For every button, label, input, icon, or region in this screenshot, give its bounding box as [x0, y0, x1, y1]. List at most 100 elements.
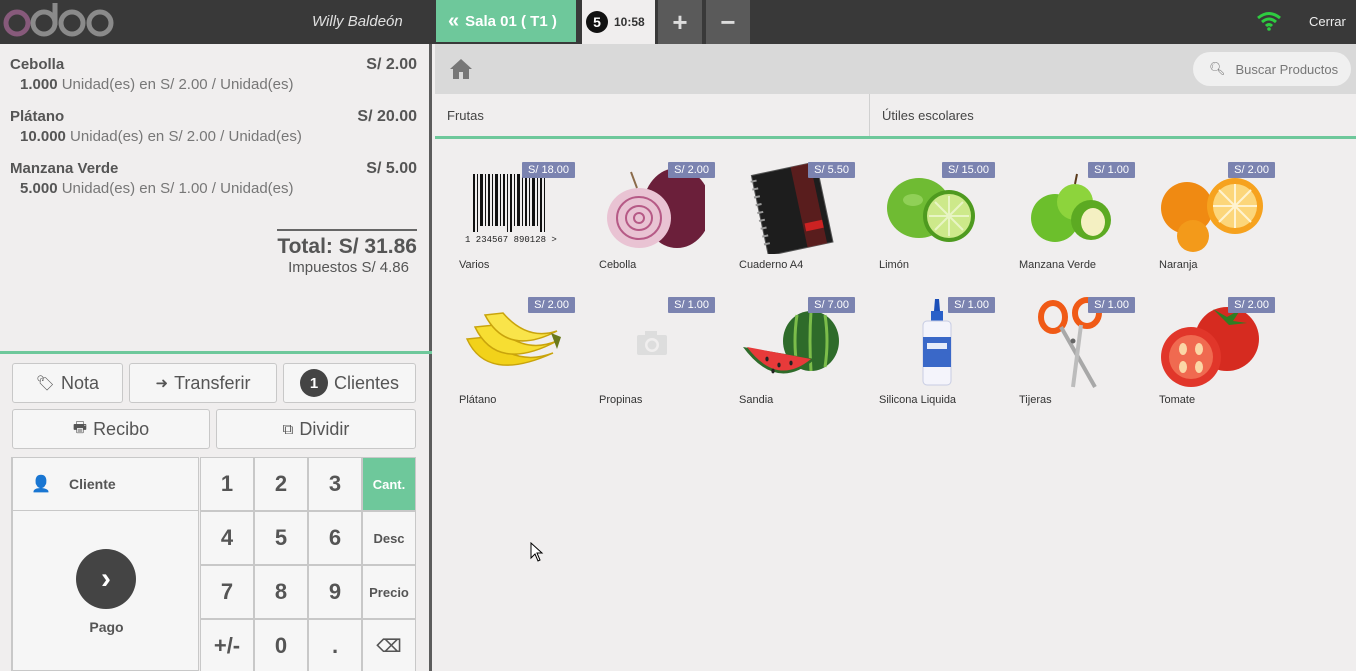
left-pane: Cebolla S/ 2.00 1.000 Unidad(es) en S/ 2… [0, 44, 432, 671]
tag-icon: 🏷 [35, 375, 55, 392]
user-icon: 👤 [31, 476, 51, 493]
numpad-key[interactable]: 2 [254, 457, 308, 511]
product-card[interactable]: S/ 1.00 Manzana Verde [1007, 162, 1135, 280]
numpad-key[interactable]: 8 [254, 565, 308, 619]
mode-quantity-button[interactable]: Cant. [362, 457, 416, 511]
line-qty: 5.000 [20, 180, 58, 197]
backspace-icon[interactable]: ⌫ [362, 619, 416, 671]
guests-label: Clientes [333, 372, 400, 393]
category-utiles-escolares[interactable]: Útiles escolares [870, 94, 1356, 136]
plus-icon: + [672, 6, 688, 37]
search-placeholder: Buscar Productos [1235, 61, 1339, 77]
breadcrumb: 🔍︎ Buscar Productos [435, 44, 1356, 94]
order-line[interactable]: Plátano S/ 20.00 10.000 Unidad(es) en S/… [10, 108, 417, 145]
transfer-label: Transferir [174, 372, 251, 393]
close-button[interactable]: Cerrar [1309, 14, 1346, 29]
product-price: S/ 15.00 [942, 162, 995, 178]
mode-price-button[interactable]: Precio [362, 565, 416, 619]
product-price: S/ 2.00 [1228, 162, 1275, 178]
numpad-key[interactable]: 5 [254, 511, 308, 565]
numpad-key[interactable]: 6 [308, 511, 362, 565]
cashier-name[interactable]: Willy Baldeón [312, 13, 403, 30]
top-bar: Willy Baldeón « Sala 01 ( T1 ) 5 10:58 +… [0, 0, 1356, 44]
order-tab[interactable]: 5 10:58 [582, 0, 655, 44]
category-frutas[interactable]: Frutas [435, 94, 869, 136]
product-card[interactable]: S/ 5.50 Cuaderno A4 [727, 162, 855, 280]
mouse-cursor-icon [530, 542, 544, 562]
numpad-key[interactable]: 3 [308, 457, 362, 511]
product-price: S/ 1.00 [1088, 297, 1135, 313]
chevron-right-icon: › [76, 549, 136, 609]
line-product-name: Cebolla [10, 56, 65, 73]
action-pad: 👤 Cliente › Pago 1 2 3 Cant. 4 5 6 Desc … [11, 457, 416, 671]
add-order-button[interactable]: + [658, 0, 702, 44]
minus-icon: − [720, 6, 736, 37]
home-icon[interactable] [449, 58, 473, 80]
numpad-decimal-key[interactable]: . [308, 619, 362, 671]
product-price: S/ 2.00 [1228, 297, 1275, 313]
product-name: Sandia [739, 394, 774, 406]
product-name: Tomate [1159, 394, 1196, 406]
split-button[interactable]: ⧉ Dividir [216, 409, 416, 449]
numpad-key[interactable]: 7 [200, 565, 254, 619]
product-price: S/ 2.00 [668, 162, 715, 178]
product-name: Propinas [599, 394, 643, 406]
product-card[interactable]: S/ 2.00 Cebolla [587, 162, 715, 280]
floor-table-tab[interactable]: « Sala 01 ( T1 ) [436, 0, 576, 42]
order-badge: 5 [586, 11, 608, 33]
product-card[interactable]: S/ 2.00 Naranja [1147, 162, 1275, 280]
guests-button[interactable]: 1 Clientes [283, 363, 416, 403]
line-unit-detail: Unidad(es) en S/ 1.00 / Unidad(es) [57, 180, 294, 197]
receipt-button[interactable]: 🖶 Recibo [12, 409, 210, 449]
product-card[interactable]: S/ 2.00 Tomate [1147, 297, 1275, 415]
line-qty: 1.000 [20, 76, 58, 93]
guests-count: 1 [299, 369, 328, 397]
copy-icon: ⧉ [282, 420, 294, 438]
product-name: Limón [879, 259, 909, 271]
line-price: S/ 5.00 [366, 160, 417, 177]
product-card[interactable]: S/ 1.00 Silicona Liquida [867, 297, 995, 415]
line-detail: 1.000 Unidad(es) en S/ 2.00 / Unidad(es) [20, 76, 417, 93]
numpad-key[interactable]: 4 [200, 511, 254, 565]
mode-discount-button[interactable]: Desc [362, 511, 416, 565]
product-name: Plátano [459, 394, 497, 406]
numpad-key[interactable]: 1 [200, 457, 254, 511]
product-price: S/ 5.50 [808, 162, 855, 178]
category-bar: Frutas Útiles escolares [435, 94, 1356, 139]
line-price: S/ 20.00 [357, 108, 417, 125]
barcode-digits: 1 234567 890128 > [465, 235, 557, 245]
numpad-sign-key[interactable]: +/- [200, 619, 254, 671]
section-divider [0, 351, 432, 354]
product-card[interactable]: S/ 1.00 Tijeras [1007, 297, 1135, 415]
line-price: S/ 2.00 [366, 56, 417, 73]
line-detail: 5.000 Unidad(es) en S/ 1.00 / Unidad(es) [20, 180, 417, 197]
product-screen: 🔍︎ Buscar Productos Frutas Útiles escola… [435, 44, 1356, 671]
product-name: Manzana Verde [1019, 259, 1097, 271]
order-line[interactable]: Cebolla S/ 2.00 1.000 Unidad(es) en S/ 2… [10, 56, 417, 93]
order-taxes: Impuestos S/ 4.86 [288, 259, 409, 276]
line-product-name: Manzana Verde [10, 160, 119, 177]
customer-button[interactable]: 👤 Cliente [12, 457, 199, 511]
payment-button[interactable]: › Pago [12, 511, 199, 671]
line-unit-detail: Unidad(es) en S/ 2.00 / Unidad(es) [57, 76, 294, 93]
numpad-key[interactable]: 0 [254, 619, 308, 671]
note-label: Nota [61, 372, 100, 393]
note-button[interactable]: 🏷 Nota [12, 363, 123, 403]
product-price: S/ 1.00 [1088, 162, 1135, 178]
numpad-key[interactable]: 9 [308, 565, 362, 619]
arrow-right-icon: ➜ [155, 375, 169, 392]
product-name: Varios [459, 259, 490, 271]
search-input[interactable]: 🔍︎ Buscar Productos [1193, 52, 1351, 86]
transfer-button[interactable]: ➜ Transferir [129, 363, 277, 403]
order-total: Total: S/ 31.86 [277, 235, 417, 258]
product-card[interactable]: S/ 2.00 Plátano [447, 297, 575, 415]
order-line[interactable]: Manzana Verde S/ 5.00 5.000 Unidad(es) e… [10, 160, 417, 197]
product-card[interactable]: 1 234567 890128 > S/ 18.00 Varios [447, 162, 575, 280]
line-unit-detail: Unidad(es) en S/ 2.00 / Unidad(es) [65, 128, 302, 145]
product-card[interactable]: S/ 7.00 Sandia [727, 297, 855, 415]
remove-order-button[interactable]: − [706, 0, 750, 44]
product-card[interactable]: S/ 1.00 Propinas [587, 297, 715, 415]
product-card[interactable]: S/ 15.00 Limón [867, 162, 995, 280]
line-qty: 10.000 [20, 128, 66, 145]
product-price: S/ 2.00 [528, 297, 575, 313]
